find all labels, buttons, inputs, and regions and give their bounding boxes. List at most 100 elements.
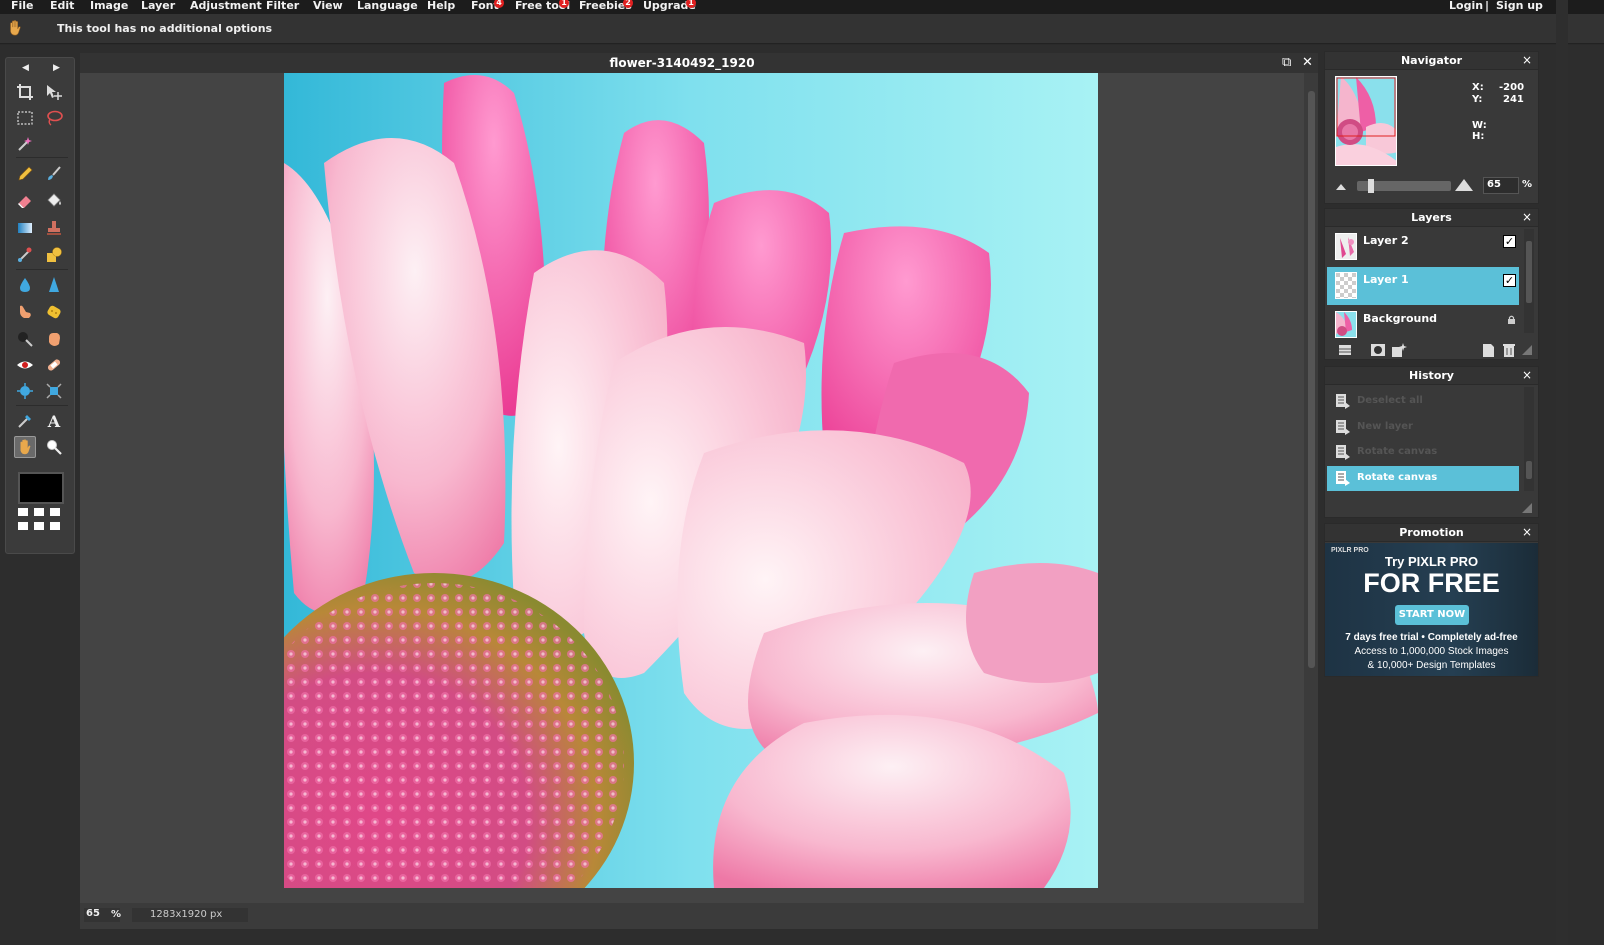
menu-file[interactable]: File bbox=[11, 0, 34, 12]
layer-mask-icon[interactable] bbox=[1370, 342, 1386, 358]
grid-toggle-cell[interactable] bbox=[18, 508, 28, 516]
type-tool[interactable]: A bbox=[43, 410, 65, 432]
magic-wand-tool[interactable] bbox=[14, 133, 36, 155]
promo-start-now-button[interactable]: START NOW bbox=[1395, 605, 1469, 625]
lasso-tool[interactable] bbox=[43, 107, 65, 129]
drawing-tool[interactable] bbox=[43, 244, 65, 266]
close-icon[interactable]: × bbox=[1522, 53, 1532, 67]
scrollbar-thumb[interactable] bbox=[1526, 461, 1532, 479]
scrollbar-thumb[interactable] bbox=[1308, 91, 1315, 668]
marquee-tool[interactable] bbox=[14, 107, 36, 129]
menu-adjustment[interactable]: Adjustment bbox=[190, 0, 262, 12]
grid-toggle-cell[interactable] bbox=[18, 522, 28, 530]
layer-visibility-checkbox[interactable]: ✓ bbox=[1503, 235, 1516, 248]
menu-layer[interactable]: Layer bbox=[141, 0, 175, 12]
zoom-out-mountain-icon[interactable] bbox=[1335, 181, 1347, 191]
menu-filter[interactable]: Filter bbox=[266, 0, 299, 12]
move-icon bbox=[47, 85, 62, 100]
svg-text:A: A bbox=[47, 412, 61, 430]
grid-toggle-cell[interactable] bbox=[50, 508, 60, 516]
gradient-tool[interactable] bbox=[14, 217, 36, 239]
history-item[interactable]: Rotate canvas bbox=[1327, 440, 1519, 465]
canvas-area[interactable] bbox=[80, 73, 1304, 903]
layer-settings-icon[interactable] bbox=[1337, 342, 1353, 358]
close-document-icon[interactable]: ✕ bbox=[1302, 55, 1313, 70]
restore-window-icon[interactable]: ⧉ bbox=[1282, 55, 1291, 70]
new-layer-icon[interactable] bbox=[1480, 342, 1496, 358]
move-tool[interactable] bbox=[43, 81, 65, 103]
history-item-label: Rotate canvas bbox=[1357, 472, 1438, 483]
layer-name: Background bbox=[1363, 312, 1438, 325]
red-eye-tool[interactable] bbox=[14, 354, 36, 376]
menu-view[interactable]: View bbox=[313, 0, 343, 12]
nav-y-value: 241 bbox=[1503, 94, 1524, 105]
navigator-thumbnail[interactable] bbox=[1335, 76, 1397, 166]
toolbox-prev-arrow[interactable]: ◀ bbox=[22, 63, 29, 73]
grid-toggle-cell[interactable] bbox=[50, 522, 60, 530]
foreground-color-swatch[interactable] bbox=[18, 472, 64, 504]
clone-stamp-tool[interactable] bbox=[43, 217, 65, 239]
document-vertical-scrollbar[interactable] bbox=[1304, 73, 1318, 903]
promotion-header[interactable]: Promotion × bbox=[1325, 524, 1538, 542]
sponge-icon bbox=[47, 305, 61, 319]
menu-help[interactable]: Help bbox=[427, 0, 455, 12]
signup-link[interactable]: Sign up bbox=[1496, 0, 1543, 12]
sponge-tool[interactable] bbox=[43, 301, 65, 323]
color-picker-tool[interactable] bbox=[14, 410, 36, 432]
grid-toggle-cell[interactable] bbox=[34, 522, 44, 530]
zoom-slider[interactable] bbox=[1357, 179, 1451, 193]
history-scrollbar[interactable] bbox=[1524, 387, 1534, 491]
scrollbar-thumb[interactable] bbox=[1526, 241, 1532, 303]
menu-image[interactable]: Image bbox=[90, 0, 128, 12]
blur-tool[interactable] bbox=[14, 274, 36, 296]
nav-x-label: X: bbox=[1472, 82, 1484, 93]
pencil-tool[interactable] bbox=[14, 163, 36, 185]
resize-grip-icon[interactable] bbox=[1522, 503, 1532, 513]
smudge-tool[interactable] bbox=[14, 301, 36, 323]
menu-language[interactable]: Language bbox=[357, 0, 418, 12]
menu-edit[interactable]: Edit bbox=[50, 0, 74, 12]
layer-row[interactable]: Layer 2 ✓ bbox=[1327, 228, 1519, 266]
zoom-tool[interactable] bbox=[43, 436, 65, 458]
bloat-tool[interactable] bbox=[14, 380, 36, 402]
sharpen-tool[interactable] bbox=[43, 274, 65, 296]
trash-icon[interactable] bbox=[1501, 342, 1517, 358]
close-icon[interactable]: × bbox=[1522, 368, 1532, 382]
navigator-zoom-input[interactable]: 65 bbox=[1483, 177, 1519, 194]
dodge-tool[interactable] bbox=[14, 328, 36, 350]
grid-toggle-cell[interactable] bbox=[34, 508, 44, 516]
resize-grip-icon[interactable] bbox=[1522, 345, 1532, 355]
promotion-banner[interactable]: PIXLR PRO Try PIXLR PRO FOR FREE START N… bbox=[1325, 543, 1538, 676]
history-item[interactable]: New layer bbox=[1327, 415, 1519, 440]
login-link[interactable]: Login bbox=[1449, 0, 1483, 12]
color-replace-tool[interactable] bbox=[14, 244, 36, 266]
history-header[interactable]: History × bbox=[1325, 367, 1538, 385]
burn-tool[interactable] bbox=[43, 328, 65, 350]
canvas-image[interactable] bbox=[284, 73, 1098, 888]
toolbox-next-arrow[interactable]: ▶ bbox=[53, 63, 60, 73]
brush-tool[interactable] bbox=[43, 163, 65, 185]
zoom-in-mountain-icon[interactable] bbox=[1455, 178, 1473, 192]
layer-styles-icon[interactable] bbox=[1391, 342, 1407, 358]
history-item[interactable]: Deselect all bbox=[1327, 389, 1519, 414]
history-item[interactable]: Rotate canvas bbox=[1327, 466, 1519, 491]
pinch-tool[interactable] bbox=[43, 380, 65, 402]
close-icon[interactable]: × bbox=[1522, 210, 1532, 224]
hand-tool[interactable] bbox=[14, 436, 36, 458]
history-title: History bbox=[1409, 369, 1454, 382]
layers-header[interactable]: Layers × bbox=[1325, 209, 1538, 227]
crop-tool[interactable] bbox=[14, 81, 36, 103]
spot-heal-tool[interactable] bbox=[43, 354, 65, 376]
bucket-tool[interactable] bbox=[43, 190, 65, 212]
layer-row[interactable]: Layer 1 ✓ bbox=[1327, 267, 1519, 305]
layer-visibility-checkbox[interactable]: ✓ bbox=[1503, 274, 1516, 287]
zoom-slider-knob[interactable] bbox=[1368, 179, 1374, 193]
window-scrollbar[interactable] bbox=[1556, 0, 1568, 945]
navigator-zoom-unit: % bbox=[1522, 179, 1533, 190]
document-titlebar[interactable]: flower-3140492_1920 ⧉ ✕ bbox=[80, 53, 1318, 73]
close-icon[interactable]: × bbox=[1522, 525, 1532, 539]
layers-scrollbar[interactable] bbox=[1524, 229, 1534, 333]
eraser-tool[interactable] bbox=[14, 190, 36, 212]
navigator-header[interactable]: Navigator × bbox=[1325, 52, 1538, 70]
layer-row[interactable]: Background bbox=[1327, 306, 1519, 344]
